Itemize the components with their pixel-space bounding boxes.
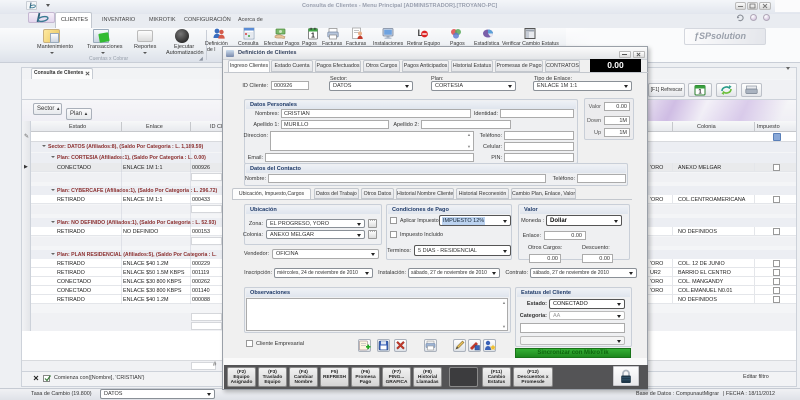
svg-text:1: 1 [311,33,315,40]
